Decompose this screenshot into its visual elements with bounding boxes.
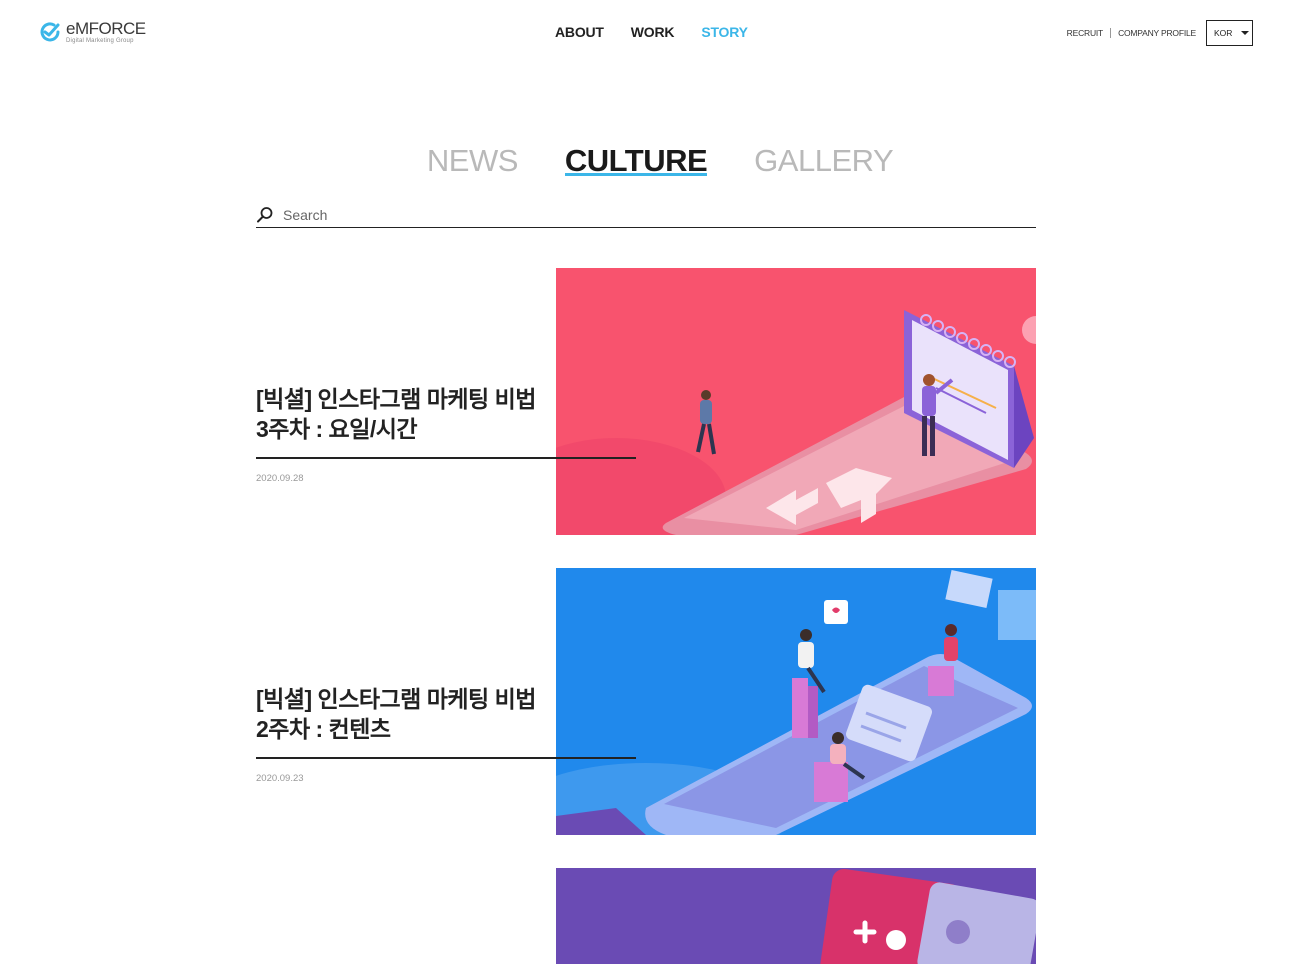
logo-wordmark: eMFORCE [66, 19, 146, 38]
social-media-illustration [556, 568, 1036, 835]
nav-story[interactable]: STORY [701, 24, 748, 40]
post-title[interactable]: [빅셜] 인스타그램 마케팅 비법 3주차 : 요일/시간 [256, 384, 576, 444]
post-divider [256, 757, 636, 759]
language-value: KOR [1214, 28, 1233, 38]
language-select[interactable]: KOR [1206, 20, 1253, 46]
caret-down-icon [1241, 31, 1250, 35]
calendar-illustration [556, 268, 1036, 535]
search-icon[interactable] [256, 206, 274, 224]
post-divider [256, 457, 636, 459]
instagram-illustration [556, 868, 1036, 964]
utility-nav: RECRUIT COMPANY PROFILE KOR [1067, 20, 1253, 46]
logo-tagline: Digital Marketing Group [66, 38, 134, 44]
logo-mark-icon [40, 22, 60, 42]
divider [1110, 28, 1112, 38]
active-tab-underline [564, 173, 708, 176]
logo[interactable]: eMFORCE Digital Marketing Group [38, 20, 146, 44]
post-card[interactable]: [빅셜] 인스타그램 마케팅 비법 3주차 : 요일/시간 2020.09.28 [256, 268, 1036, 535]
tab-culture[interactable]: CULTURE [564, 143, 708, 179]
tab-news[interactable]: NEWS [427, 143, 519, 179]
nav-about[interactable]: ABOUT [555, 24, 604, 40]
nav-work[interactable]: WORK [631, 24, 675, 40]
post-title[interactable]: [빅셜] 인스타그램 마케팅 비법 2주차 : 컨텐츠 [256, 684, 576, 744]
post-date: 2020.09.23 [256, 773, 304, 784]
company-profile-link[interactable]: COMPANY PROFILE [1118, 28, 1196, 38]
post-card[interactable] [256, 868, 1036, 964]
post-thumbnail[interactable] [556, 568, 1036, 835]
tab-gallery[interactable]: GALLERY [754, 143, 893, 179]
search-input[interactable] [283, 207, 983, 223]
post-date: 2020.09.28 [256, 473, 304, 484]
post-thumbnail[interactable] [556, 268, 1036, 535]
post-thumbnail[interactable] [556, 868, 1036, 964]
category-tabs: NEWS CULTURE GALLERY [0, 143, 1312, 179]
main-nav: ABOUT WORK STORY [555, 24, 748, 40]
search-bar [256, 203, 1036, 228]
post-card[interactable]: [빅셜] 인스타그램 마케팅 비법 2주차 : 컨텐츠 2020.09.23 [256, 568, 1036, 835]
recruit-link[interactable]: RECRUIT [1067, 28, 1104, 38]
